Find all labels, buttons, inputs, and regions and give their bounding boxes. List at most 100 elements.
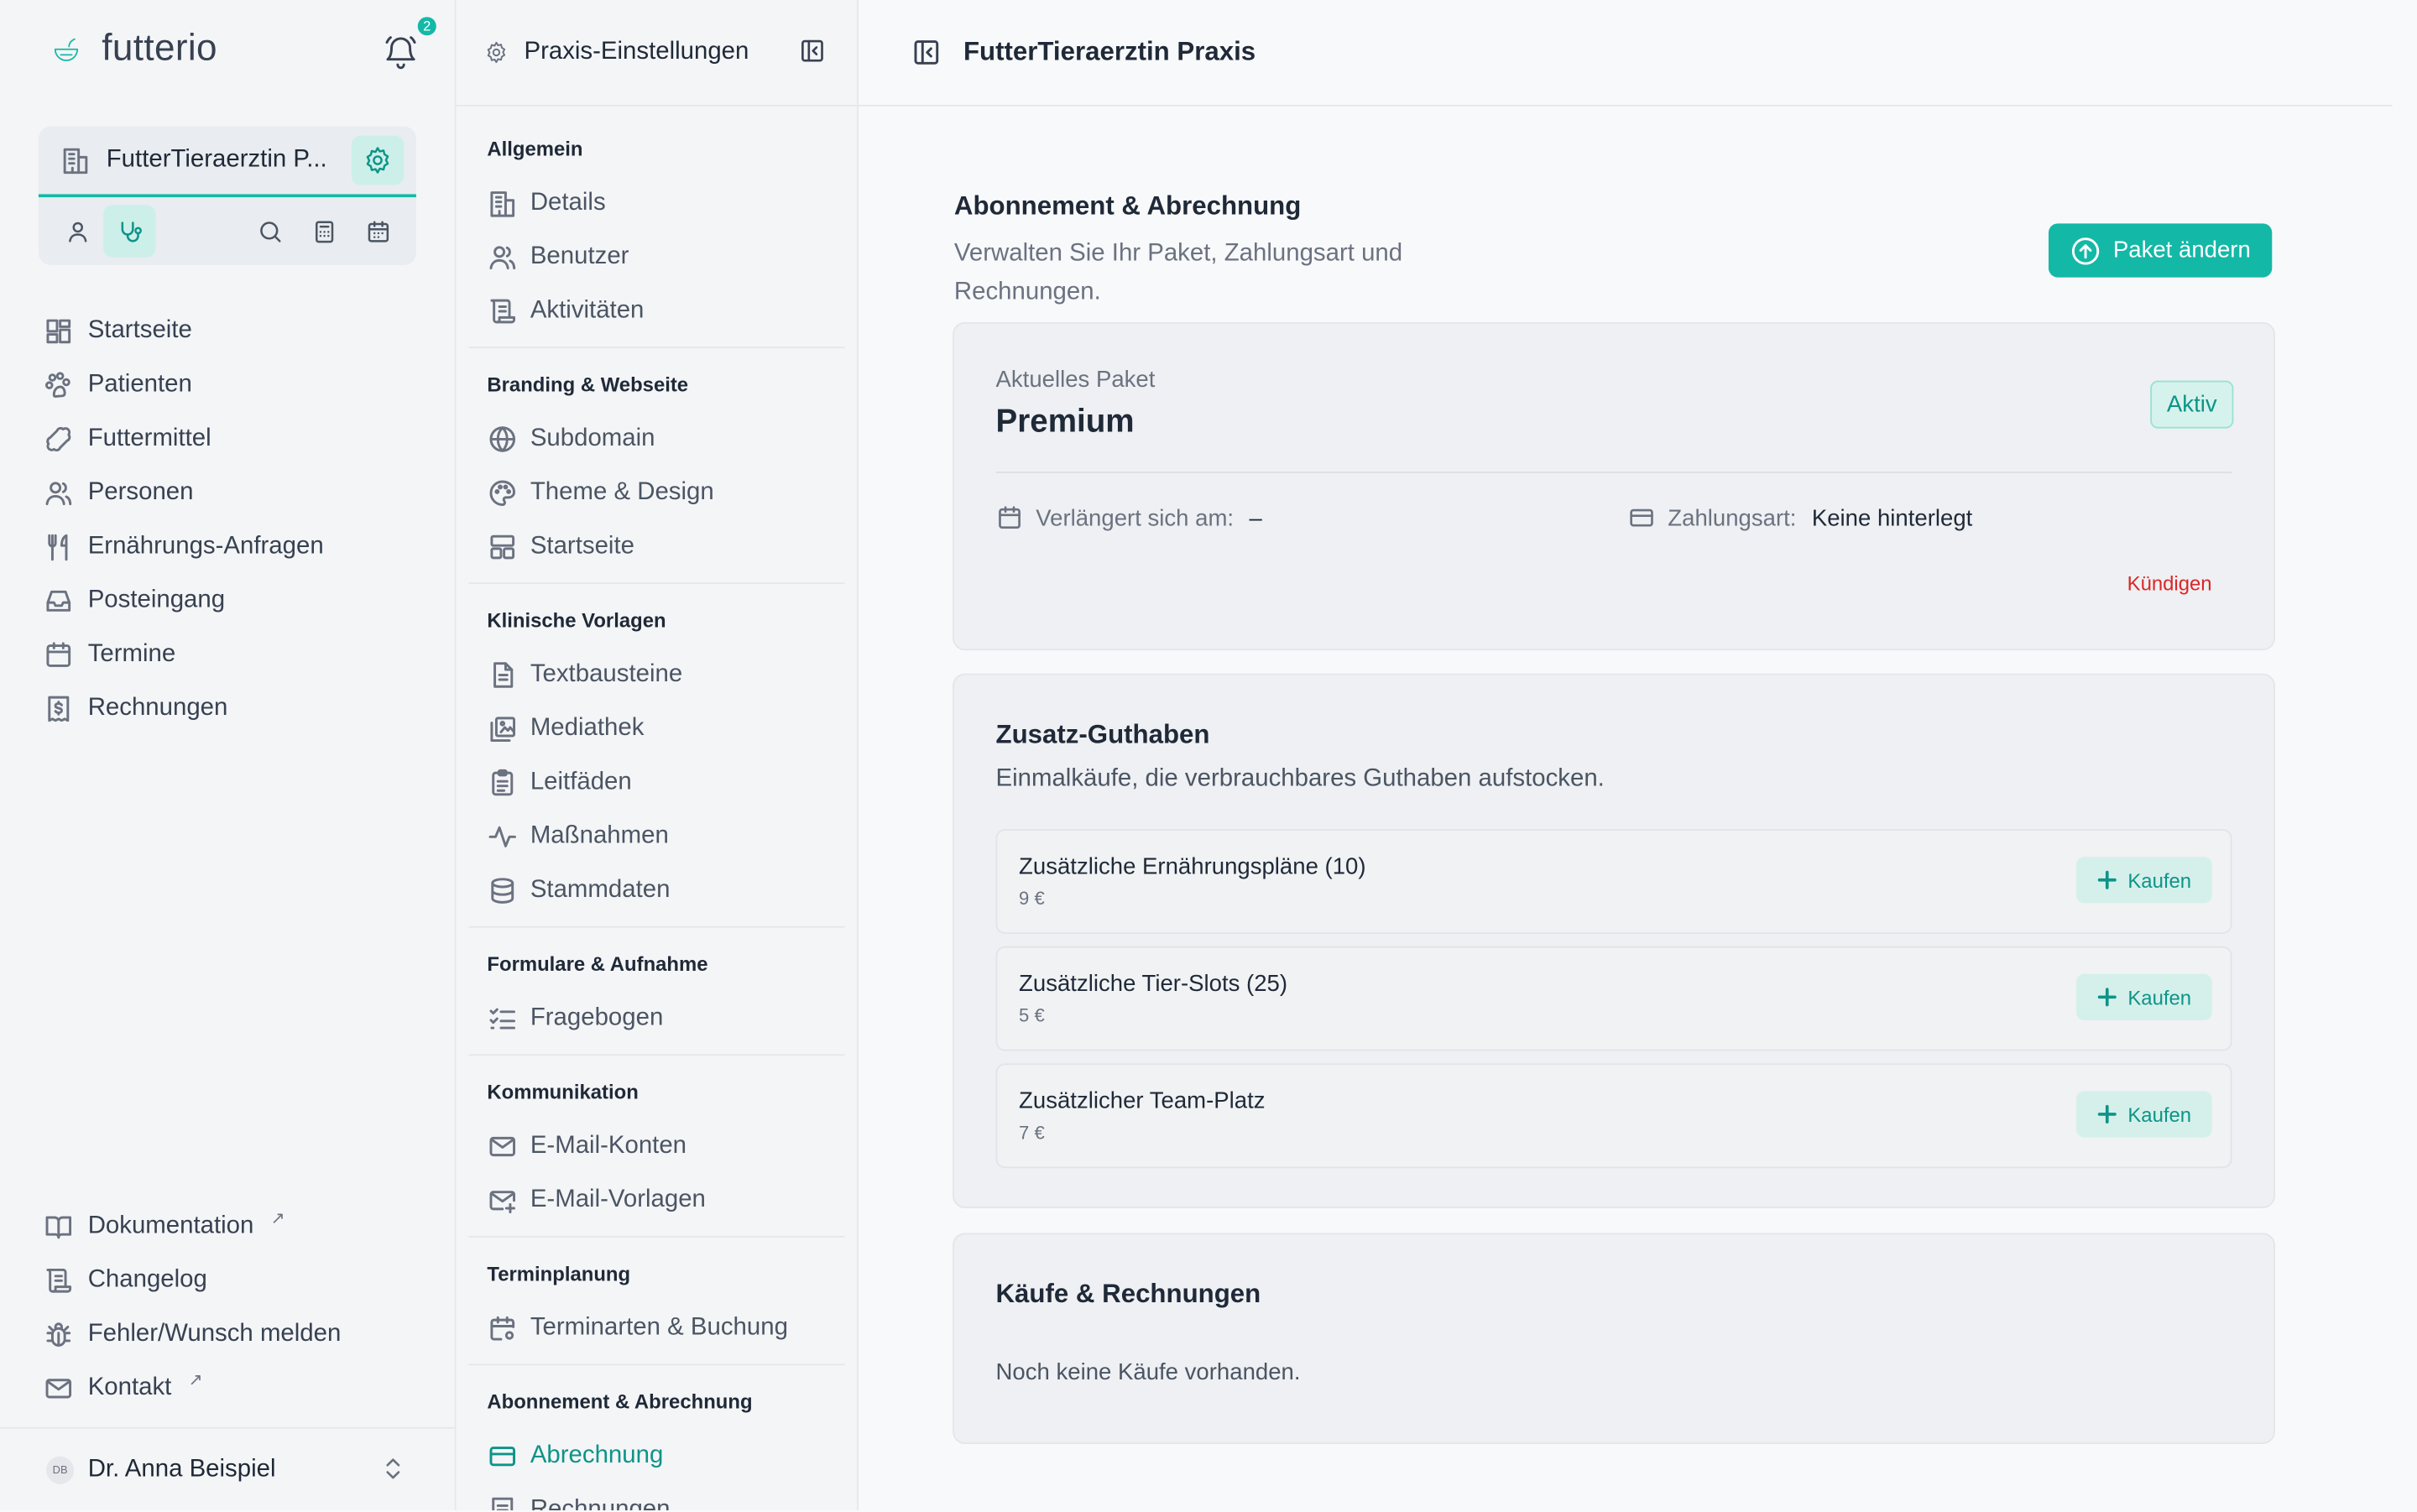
current-plan-card: Aktuelles Paket Premium Aktiv Verlängert… <box>953 321 2275 651</box>
cancel-subscription-link[interactable]: Kündigen <box>2127 571 2212 595</box>
calculator-tool-button[interactable] <box>297 205 349 257</box>
external-link-icon: ↗ <box>270 1209 285 1228</box>
settings-item-aktivitaeten[interactable]: Aktivitäten <box>487 284 844 337</box>
calendar-tool-button[interactable] <box>352 205 404 257</box>
settings-item-fragebogen[interactable]: Fragebogen <box>487 991 844 1045</box>
credit-item-name: Zusätzliche Tier-Slots (25) <box>1019 971 1288 998</box>
nav-item-rechnungen[interactable]: Rechnungen <box>43 681 428 735</box>
nav-item-personen[interactable]: Personen <box>43 466 428 519</box>
building-icon <box>490 190 515 216</box>
buy-button[interactable]: Kaufen <box>2076 973 2212 1020</box>
nav-item-patienten[interactable]: Patienten <box>43 357 428 411</box>
settings-item-label: E-Mail-Vorlagen <box>530 1186 706 1212</box>
nav-item-ernaehrungs-anfragen[interactable]: Ernährungs-Anfragen <box>43 519 428 573</box>
credits-card: Zusatz-Guthaben Einmalkäufe, die verbrau… <box>953 673 2275 1208</box>
settings-item-stammdaten[interactable]: Stammdaten <box>487 863 844 917</box>
settings-group-title: Allgemein <box>487 137 583 161</box>
buy-label: Kaufen <box>2127 1103 2192 1126</box>
settings-item-email-konten[interactable]: E-Mail-Konten <box>487 1118 844 1172</box>
brand[interactable]: futterio <box>52 28 217 70</box>
gear-icon <box>487 41 506 64</box>
nav-item-changelog[interactable]: Changelog <box>43 1253 428 1306</box>
nav-item-fehler-melden[interactable]: Fehler/Wunsch melden <box>43 1307 428 1361</box>
mail-plus-icon <box>489 1190 516 1213</box>
settings-item-label: Maßnahmen <box>530 821 669 849</box>
settings-item-label: Abrechnung <box>530 1442 664 1468</box>
credit-item-name: Zusätzlicher Team-Platz <box>1019 1087 1266 1114</box>
practice-settings-button[interactable] <box>351 135 405 185</box>
external-link-icon: ↗ <box>188 1371 203 1390</box>
stethoscope-icon <box>120 221 142 242</box>
activity-icon <box>488 825 516 847</box>
nav-item-label: Futtermittel <box>87 425 211 451</box>
settings-item-rechnungen[interactable]: Rechnungen <box>487 1483 844 1510</box>
users-icon <box>489 245 516 269</box>
credit-item-price: 7 € <box>1019 1122 1045 1144</box>
notifications-button[interactable]: 2 <box>383 17 436 78</box>
settings-item-mediathek[interactable]: Mediathek <box>487 701 844 755</box>
nav-item-label: Ernährungs-Anfragen <box>87 532 324 559</box>
panel-left-icon[interactable] <box>911 37 942 68</box>
buy-label: Kaufen <box>2127 985 2192 1009</box>
settings-item-leitfaeden[interactable]: Leitfäden <box>487 755 844 809</box>
credit-item: Zusätzlicher Team-Platz 7 € Kaufen <box>995 1063 2232 1169</box>
buy-button[interactable]: Kaufen <box>2076 857 2212 904</box>
settings-item-label: Leitfäden <box>530 768 632 795</box>
nav-item-futtermittel[interactable]: Futtermittel <box>43 411 428 465</box>
settings-item-label: Aktivitäten <box>530 296 645 323</box>
settings-title: Praxis-Einstellungen <box>524 38 749 65</box>
main-content: FutterTieraerztin Praxis Abonnement & Ab… <box>859 0 2393 1510</box>
search-tool-button[interactable] <box>243 205 295 257</box>
settings-item-email-vorlagen[interactable]: E-Mail-Vorlagen <box>487 1173 844 1227</box>
settings-group-terminplanung: Terminplanung Terminarten & Buchung <box>457 1260 858 1354</box>
secondary-nav: Dokumentation ↗ Changelog Fehler/Wunsch m… <box>43 1199 428 1415</box>
settings-group-kommunikation: Kommunikation E-Mail-Konten E-Mail-Vorla… <box>457 1079 858 1227</box>
utensils-icon <box>48 533 68 560</box>
settings-item-label: Details <box>530 188 606 216</box>
gear-icon <box>366 147 389 174</box>
settings-item-label: Stammdaten <box>530 876 671 903</box>
plan-label: Aktuelles Paket <box>995 367 1156 394</box>
settings-item-abrechnung[interactable]: Abrechnung <box>487 1429 844 1483</box>
settings-item-terminarten[interactable]: Terminarten & Buchung <box>487 1301 844 1354</box>
invoices-empty-state: Noch keine Käufe vorhanden. <box>995 1358 1301 1386</box>
bowl-logo-icon <box>54 38 79 61</box>
collapse-sidebar-button[interactable] <box>798 37 826 72</box>
nav-item-kontakt[interactable]: Kontakt ↗ <box>43 1361 428 1415</box>
settings-item-startseite[interactable]: Startseite <box>487 519 844 573</box>
status-badge: Aktiv <box>2150 380 2234 429</box>
settings-item-label: E-Mail-Konten <box>530 1132 687 1159</box>
plus-icon <box>2098 988 2117 1007</box>
search-icon <box>259 221 280 242</box>
settings-item-theme[interactable]: Theme & Design <box>487 466 844 519</box>
globe-icon <box>489 425 516 451</box>
divider <box>468 925 845 928</box>
palette-icon <box>489 479 516 506</box>
stethoscope-tool-button[interactable] <box>103 205 156 258</box>
person-tool-button[interactable] <box>51 205 103 257</box>
chevron-up-down-icon <box>386 1458 400 1479</box>
settings-item-details[interactable]: Details <box>487 175 844 229</box>
settings-item-textbausteine[interactable]: Textbausteine <box>487 647 844 701</box>
change-plan-button[interactable]: Paket ändern <box>2048 223 2273 278</box>
nav-item-dokumentation[interactable]: Dokumentation ↗ <box>43 1199 428 1253</box>
practice-tools <box>39 201 416 262</box>
settings-item-massnahmen[interactable]: Maßnahmen <box>487 809 844 863</box>
section-title: Abonnement & Abrechnung <box>953 190 1302 221</box>
settings-item-benutzer[interactable]: Benutzer <box>487 230 844 284</box>
nav-item-termine[interactable]: Termine <box>43 628 428 681</box>
practice-selector[interactable]: FutterTieraerztin P... <box>38 127 416 198</box>
paw-icon <box>44 371 70 398</box>
user-menu[interactable]: DB Dr. Anna Beispiel <box>0 1426 455 1512</box>
buy-button[interactable]: Kaufen <box>2076 1091 2212 1138</box>
scroll-icon <box>490 298 516 323</box>
users-icon <box>45 481 72 505</box>
settings-header: Praxis-Einstellungen <box>456 0 858 107</box>
nav-item-startseite[interactable]: Startseite <box>43 304 428 357</box>
nav-item-posteingang[interactable]: Posteingang <box>43 573 428 627</box>
bone-icon <box>46 426 71 451</box>
database-icon <box>491 877 514 903</box>
credit-item: Zusätzliche Tier-Slots (25) 5 € Kaufen <box>995 946 2232 1051</box>
settings-item-subdomain[interactable]: Subdomain <box>487 411 844 465</box>
settings-group-title: Terminplanung <box>487 1262 631 1285</box>
